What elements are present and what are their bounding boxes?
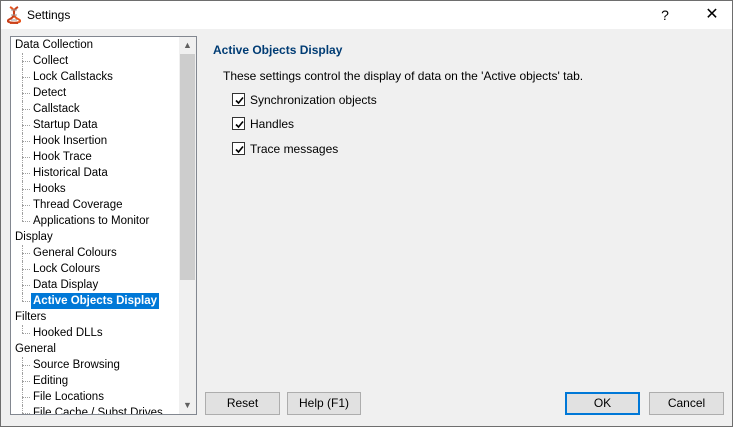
tree-guide-line <box>22 333 30 334</box>
tree-item[interactable]: Thread Coverage <box>11 197 180 213</box>
tree-item[interactable]: Hook Trace <box>11 149 180 165</box>
tree-guide-line <box>22 365 30 366</box>
panel-description: These settings control the display of da… <box>223 69 584 83</box>
checkbox-box[interactable] <box>232 93 245 106</box>
tree-item-label: Filters <box>15 311 47 323</box>
tree-item[interactable]: File Locations <box>11 389 180 405</box>
tree-item[interactable]: Hooks <box>11 181 180 197</box>
tree-list: Data Collection Collect Lock Callstacks Det… <box>11 37 180 415</box>
tree-item[interactable]: Callstack <box>11 101 180 117</box>
tree-guide-line <box>22 141 30 142</box>
tree-item-label: Hooks <box>33 183 66 195</box>
checkmark-icon <box>235 120 244 129</box>
tree-item-label: File Cache / Subst Drives <box>33 407 163 415</box>
tree-guide-line <box>22 77 30 78</box>
tree-item-label: Data Collection <box>15 39 93 51</box>
tree-item[interactable]: Lock Colours <box>11 261 180 277</box>
ok-button[interactable]: OK <box>565 392 640 415</box>
tree-item[interactable]: Collect <box>11 53 180 69</box>
scroll-thumb[interactable] <box>180 54 195 280</box>
checkbox-label: Handles <box>250 117 295 131</box>
tree-group[interactable]: Filters <box>11 309 180 325</box>
tree-item-label: Active Objects Display <box>31 293 159 309</box>
tree-item[interactable]: File Cache / Subst Drives <box>11 405 180 415</box>
tree-guide-line <box>22 253 30 254</box>
panel-title: Active Objects Display <box>213 43 343 57</box>
checkbox-box[interactable] <box>232 117 245 130</box>
tree-item[interactable]: Detect <box>11 85 180 101</box>
tree-item-label: Lock Callstacks <box>33 71 113 83</box>
tree-item-label: Callstack <box>33 103 80 115</box>
tree-item[interactable]: Hook Insertion <box>11 133 180 149</box>
checkmark-icon <box>235 145 244 154</box>
tree-item-label: Detect <box>33 87 67 99</box>
tree-guide-line <box>22 125 30 126</box>
settings-tree[interactable]: Data Collection Collect Lock Callstacks Det… <box>10 36 197 415</box>
tree-item[interactable]: Active Objects Display <box>11 293 180 309</box>
tree-guide-line <box>22 189 30 190</box>
tree-item[interactable]: Hooked DLLs <box>11 325 180 341</box>
tree-item-label: Startup Data <box>33 119 98 131</box>
tree-item[interactable]: Startup Data <box>11 117 180 133</box>
tree-item[interactable]: Applications to Monitor <box>11 213 180 229</box>
tree-guide-line <box>22 205 30 206</box>
help-icon[interactable]: ? <box>647 1 683 29</box>
tree-item[interactable]: Editing <box>11 373 180 389</box>
tree-item-label: Source Browsing <box>33 359 120 371</box>
tree-item[interactable]: Data Display <box>11 277 180 293</box>
tree-item-label: Hook Insertion <box>33 135 108 147</box>
tree-item-label: Applications to Monitor <box>33 215 150 227</box>
tree-item-label: Lock Colours <box>33 263 101 275</box>
tree-item-label: General <box>15 343 56 355</box>
tree-item[interactable]: Historical Data <box>11 165 180 181</box>
tree-group[interactable]: Data Collection <box>11 37 180 53</box>
tree-item[interactable]: Source Browsing <box>11 357 180 373</box>
tree-guide-line <box>22 293 23 301</box>
tree-item-label: General Colours <box>33 247 117 259</box>
tree-group[interactable]: Display <box>11 229 180 245</box>
reset-button[interactable]: Reset <box>205 392 280 415</box>
tree-item-label: Data Display <box>33 279 99 291</box>
tree-item-label: Editing <box>33 375 69 387</box>
tree-guide-line <box>22 157 30 158</box>
checkbox-label: Synchronization objects <box>250 93 377 107</box>
help-button[interactable]: Help (F1) <box>287 392 361 415</box>
tree-item-label: Thread Coverage <box>33 199 123 211</box>
close-icon[interactable]: ✕ <box>693 1 731 29</box>
tree-item-label: Display <box>15 231 53 243</box>
tree-item-label: Collect <box>33 55 69 67</box>
checkbox-box[interactable] <box>232 142 245 155</box>
tree-guide-line <box>22 213 23 221</box>
tree-guide-line <box>22 93 30 94</box>
tree-item[interactable]: General Colours <box>11 245 180 261</box>
tree-guide-line <box>22 269 30 270</box>
tree-guide-line <box>22 325 23 333</box>
checkmark-icon <box>235 96 244 105</box>
tree-guide-line <box>22 109 30 110</box>
tree-guide-line <box>22 61 30 62</box>
tree-item-label: Historical Data <box>33 167 108 179</box>
tree-guide-line <box>22 405 23 413</box>
tree-group[interactable]: General <box>11 341 180 357</box>
tree-item[interactable]: Lock Callstacks <box>11 69 180 85</box>
tree-guide-line <box>22 221 30 222</box>
tree-item-label: Hook Trace <box>33 151 92 163</box>
tree-guide-line <box>22 381 30 382</box>
checkbox-label: Trace messages <box>250 142 339 156</box>
tree-guide-line <box>22 301 30 302</box>
app-icon <box>7 6 21 24</box>
scroll-down-icon[interactable]: ▼ <box>179 397 196 414</box>
title-bar: Settings ? ✕ <box>1 1 732 29</box>
tree-guide-line <box>22 285 30 286</box>
window-title: Settings <box>27 8 71 22</box>
tree-item-label: File Locations <box>33 391 104 403</box>
vertical-scrollbar[interactable]: ▲ ▼ <box>179 37 196 414</box>
tree-guide-line <box>22 397 30 398</box>
settings-window: Settings ? ✕ Data Collection Collect Lock … <box>0 0 733 427</box>
tree-guide-line <box>22 413 30 414</box>
scroll-up-icon[interactable]: ▲ <box>179 37 196 54</box>
tree-item-label: Hooked DLLs <box>33 327 103 339</box>
tree-guide-line <box>22 173 30 174</box>
cancel-button[interactable]: Cancel <box>649 392 724 415</box>
